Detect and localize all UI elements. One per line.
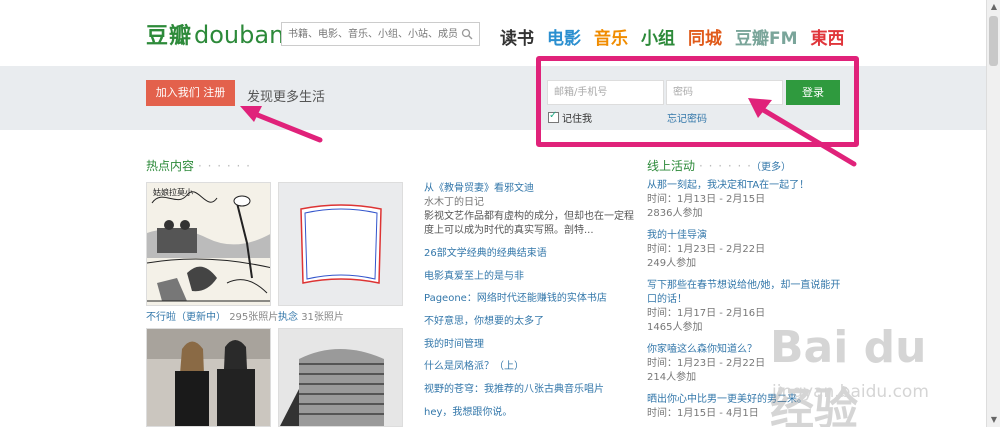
article-source[interactable]: 水木丁的日记 (424, 197, 484, 208)
logo-english: douban (194, 21, 285, 49)
article-desc: 影视文艺作品都有虚构的成分，但却也在一定程度上可以成为时代的真实写照。剖特... (424, 211, 634, 236)
article-6: 我的时间管理 (424, 338, 484, 352)
forgot-password-link[interactable]: 忘记密码 (667, 110, 707, 125)
vertical-scrollbar[interactable]: ▲ ▼ (986, 0, 1000, 427)
frame-image (279, 183, 402, 305)
join-register-button[interactable]: 加入我们 注册 (146, 80, 235, 106)
remember-me[interactable]: 记住我 (548, 110, 592, 125)
article-1: 从《教骨贸妻》看邪文迪 水木丁的日记 影视文艺作品都有虚构的成分，但却也在一定程… (424, 182, 634, 238)
nav-item-fm[interactable]: 豆瓣FM (735, 24, 798, 49)
svg-text:姑娘拉莫小: 姑娘拉莫小 (153, 187, 193, 197)
article-2: 26部文学经典的经典结束语 (424, 247, 547, 261)
album-thumb-building[interactable] (278, 328, 403, 427)
nav-item-movies[interactable]: 电影 (547, 24, 581, 49)
nav-item-groups[interactable]: 小组 (641, 24, 675, 49)
article-4: Pageone：网络时代还能赚钱的实体书店 (424, 292, 607, 306)
article-link[interactable]: 从《教骨贸妻》看邪文迪 (424, 183, 534, 194)
scroll-up-icon[interactable]: ▲ (989, 2, 999, 12)
article-8: 视野的苍穹：我推荐的八张古典音乐唱片 (424, 383, 604, 397)
remember-label: 记住我 (562, 114, 592, 125)
email-field[interactable]: 邮箱/手机号 (547, 80, 664, 105)
search-box[interactable] (281, 22, 480, 46)
album-thumb-sketch[interactable]: 姑娘拉莫小 (146, 182, 271, 306)
events-more-link[interactable]: （更多） (756, 162, 791, 173)
scroll-thumb[interactable] (989, 16, 998, 66)
article-link[interactable]: 我的时间管理 (424, 339, 484, 350)
search-icon[interactable] (461, 28, 473, 40)
article-link[interactable]: hey，我想跟你说。 (424, 407, 512, 418)
album-thumb-people[interactable] (146, 328, 271, 427)
article-3: 电影真爱至上的是与非 (424, 270, 524, 284)
nav-item-books[interactable]: 读书 (500, 24, 534, 49)
event-item: 我的十佳导演 时间：1月23日 - 2月22日 249人参加 (647, 230, 766, 269)
scroll-down-icon[interactable]: ▼ (989, 415, 999, 425)
remember-checkbox[interactable] (548, 110, 559, 123)
article-link[interactable]: 什么是凤格派？（上） (424, 361, 524, 372)
search-input[interactable] (282, 23, 457, 45)
article-link[interactable]: 电影真爱至上的是与非 (424, 271, 524, 282)
logo-chinese: 豆瓣 (146, 24, 193, 49)
people-image (147, 329, 270, 426)
nav-item-dongxi[interactable]: 東西 (811, 24, 845, 49)
article-7: 什么是凤格派？（上） (424, 360, 524, 374)
album-thumb-frame[interactable] (278, 182, 403, 306)
events-heading: 线上活动 · · · · · · （更多） (647, 159, 791, 173)
sketch-image: 姑娘拉莫小 (147, 183, 270, 305)
nav-item-music[interactable]: 音乐 (594, 24, 628, 49)
event-item: 从那一刻起，我决定和TA在一起了！ 时间：1月13日 - 2月15日 2836人… (647, 180, 810, 219)
hot-content-heading: 热点内容 · · · · · · (146, 159, 251, 173)
article-link[interactable]: Pageone：网络时代还能赚钱的实体书店 (424, 293, 607, 304)
main-nav: 读书 电影 音乐 小组 同城 豆瓣FM 東西 (500, 24, 845, 49)
nav-item-local[interactable]: 同城 (688, 24, 722, 49)
article-link[interactable]: 不好意思，你想要的太多了 (424, 316, 544, 327)
article-9: hey，我想跟你说。 (424, 406, 512, 420)
douban-logo[interactable]: 豆瓣 douban (146, 18, 285, 49)
article-link[interactable]: 视野的苍穹：我推荐的八张古典音乐唱片 (424, 384, 604, 395)
annotation-arrow-left (240, 106, 323, 143)
album-caption-1[interactable]: 不行啦（更新中） 295张照片 (146, 308, 278, 323)
building-image (279, 329, 402, 426)
article-link[interactable]: 26部文学经典的经典结束语 (424, 248, 547, 259)
album-caption-2[interactable]: 执念 31张照片 (278, 308, 344, 323)
baidu-watermark: Bai du 经验 jingyan.baidu.com (770, 322, 929, 427)
article-5: 不好意思，你想要的太多了 (424, 315, 544, 329)
